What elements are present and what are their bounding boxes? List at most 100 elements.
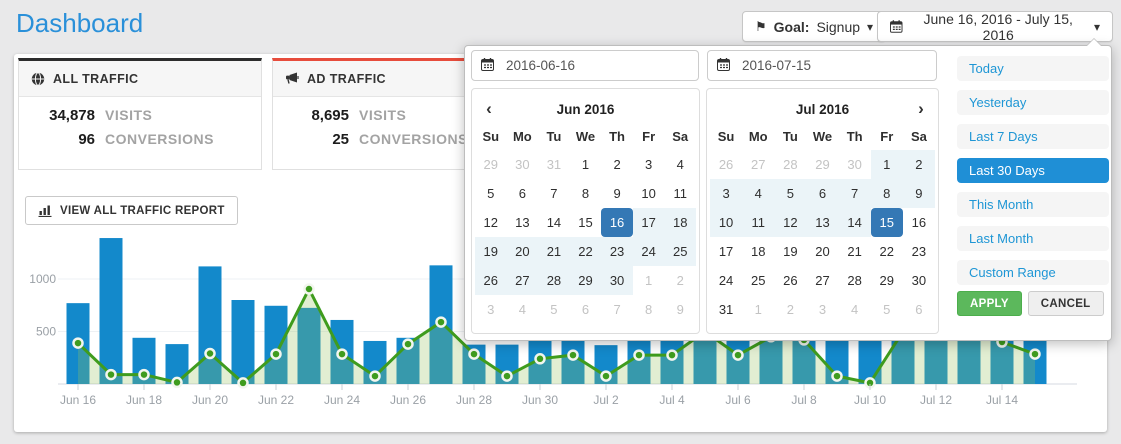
calendar-day[interactable]: 2 [774, 295, 806, 324]
date-range-button[interactable]: June 16, 2016 - July 15, 2016 ▾ [877, 11, 1113, 42]
calendar-day[interactable]: 23 [903, 237, 935, 266]
calendar-day[interactable]: 7 [601, 295, 633, 324]
calendar-day[interactable]: 3 [806, 295, 838, 324]
range-option-last-30-days[interactable]: Last 30 Days [957, 158, 1109, 183]
range-option-yesterday[interactable]: Yesterday [957, 90, 1109, 115]
calendar-day[interactable]: 29 [475, 150, 507, 179]
calendar-day[interactable]: 3 [710, 179, 742, 208]
calendar-day[interactable]: 4 [664, 150, 696, 179]
calendar-day[interactable]: 31 [710, 295, 742, 324]
calendar-day[interactable]: 28 [538, 266, 570, 295]
calendar-day[interactable]: 5 [871, 295, 903, 324]
calendar-day[interactable]: 6 [806, 179, 838, 208]
calendar-day[interactable]: 29 [806, 150, 838, 179]
calendar-day[interactable]: 3 [633, 150, 665, 179]
calendar-day[interactable]: 13 [806, 208, 838, 237]
calendar-day[interactable]: 30 [507, 150, 539, 179]
calendar-day[interactable]: 15 [871, 208, 903, 237]
calendar-day[interactable]: 8 [633, 295, 665, 324]
calendar-day[interactable]: 5 [538, 295, 570, 324]
calendar-day[interactable]: 3 [475, 295, 507, 324]
calendar-day[interactable]: 6 [507, 179, 539, 208]
calendar-day[interactable]: 21 [839, 237, 871, 266]
calendar-day[interactable]: 19 [774, 237, 806, 266]
calendar-day[interactable]: 5 [774, 179, 806, 208]
calendar-day[interactable]: 27 [507, 266, 539, 295]
calendar-day[interactable]: 26 [475, 266, 507, 295]
calendar-next-icon[interactable]: › [907, 99, 935, 119]
range-option-this-month[interactable]: This Month [957, 192, 1109, 217]
calendar-day[interactable]: 1 [633, 266, 665, 295]
calendar-day[interactable]: 13 [507, 208, 539, 237]
calendar-day[interactable]: 10 [710, 208, 742, 237]
calendar-day[interactable]: 20 [507, 237, 539, 266]
calendar-day[interactable]: 27 [806, 266, 838, 295]
calendar-day[interactable]: 5 [475, 179, 507, 208]
calendar-day[interactable]: 24 [633, 237, 665, 266]
calendar-day[interactable]: 7 [839, 179, 871, 208]
calendar-day[interactable]: 29 [570, 266, 602, 295]
goal-selector-button[interactable]: ⚑ Goal: Signup ▾ [742, 11, 886, 42]
range-option-custom-range[interactable]: Custom Range [957, 260, 1109, 285]
cancel-button[interactable]: CANCEL [1028, 291, 1104, 316]
range-option-last-7-days[interactable]: Last 7 Days [957, 124, 1109, 149]
calendar-day[interactable]: 10 [633, 179, 665, 208]
calendar-day[interactable]: 1 [742, 295, 774, 324]
calendar-day[interactable]: 25 [664, 237, 696, 266]
calendar-day[interactable]: 21 [538, 237, 570, 266]
calendar-day[interactable]: 8 [871, 179, 903, 208]
calendar-day[interactable]: 14 [839, 208, 871, 237]
calendar-day[interactable]: 17 [633, 208, 665, 237]
calendar-day[interactable]: 11 [742, 208, 774, 237]
calendar-day[interactable]: 25 [742, 266, 774, 295]
calendar-day[interactable]: 4 [507, 295, 539, 324]
range-option-last-month[interactable]: Last Month [957, 226, 1109, 251]
calendar-day[interactable]: 23 [601, 237, 633, 266]
calendar-day[interactable]: 28 [839, 266, 871, 295]
apply-button[interactable]: APPLY [957, 291, 1022, 316]
calendar-day[interactable]: 28 [774, 150, 806, 179]
calendar-day[interactable]: 14 [538, 208, 570, 237]
calendar-day[interactable]: 26 [710, 150, 742, 179]
start-date-input[interactable] [471, 50, 699, 81]
calendar-day[interactable]: 30 [903, 266, 935, 295]
range-option-today[interactable]: Today [957, 56, 1109, 81]
calendar-day[interactable]: 9 [601, 179, 633, 208]
calendar-day[interactable]: 15 [570, 208, 602, 237]
calendar-day[interactable]: 19 [475, 237, 507, 266]
calendar-prev-icon[interactable]: ‹ [475, 99, 503, 119]
calendar-day[interactable]: 27 [742, 150, 774, 179]
calendar-day[interactable]: 1 [570, 150, 602, 179]
calendar-day[interactable]: 1 [871, 150, 903, 179]
calendar-day[interactable]: 2 [664, 266, 696, 295]
calendar-day[interactable]: 18 [742, 237, 774, 266]
calendar-day[interactable]: 20 [806, 237, 838, 266]
calendar-day[interactable]: 22 [871, 237, 903, 266]
calendar-day[interactable]: 24 [710, 266, 742, 295]
calendar-day[interactable]: 6 [903, 295, 935, 324]
calendar-day[interactable]: 12 [774, 208, 806, 237]
calendar-day[interactable]: 16 [903, 208, 935, 237]
calendar-day[interactable]: 22 [570, 237, 602, 266]
calendar-day[interactable]: 2 [903, 150, 935, 179]
calendar-day[interactable]: 30 [601, 266, 633, 295]
calendar-day[interactable]: 9 [664, 295, 696, 324]
calendar-day[interactable]: 9 [903, 179, 935, 208]
calendar-day[interactable]: 8 [570, 179, 602, 208]
calendar-day[interactable]: 7 [538, 179, 570, 208]
calendar-day[interactable]: 4 [839, 295, 871, 324]
calendar-day[interactable]: 12 [475, 208, 507, 237]
view-all-traffic-report-button[interactable]: VIEW ALL TRAFFIC REPORT [25, 196, 238, 225]
calendar-day[interactable]: 2 [601, 150, 633, 179]
calendar-day[interactable]: 31 [538, 150, 570, 179]
end-date-input[interactable] [707, 50, 937, 81]
calendar-day[interactable]: 30 [839, 150, 871, 179]
calendar-day[interactable]: 4 [742, 179, 774, 208]
calendar-day[interactable]: 16 [601, 208, 633, 237]
calendar-day[interactable]: 29 [871, 266, 903, 295]
calendar-day[interactable]: 17 [710, 237, 742, 266]
calendar-day[interactable]: 26 [774, 266, 806, 295]
calendar-day[interactable]: 11 [664, 179, 696, 208]
calendar-day[interactable]: 6 [570, 295, 602, 324]
calendar-day[interactable]: 18 [664, 208, 696, 237]
